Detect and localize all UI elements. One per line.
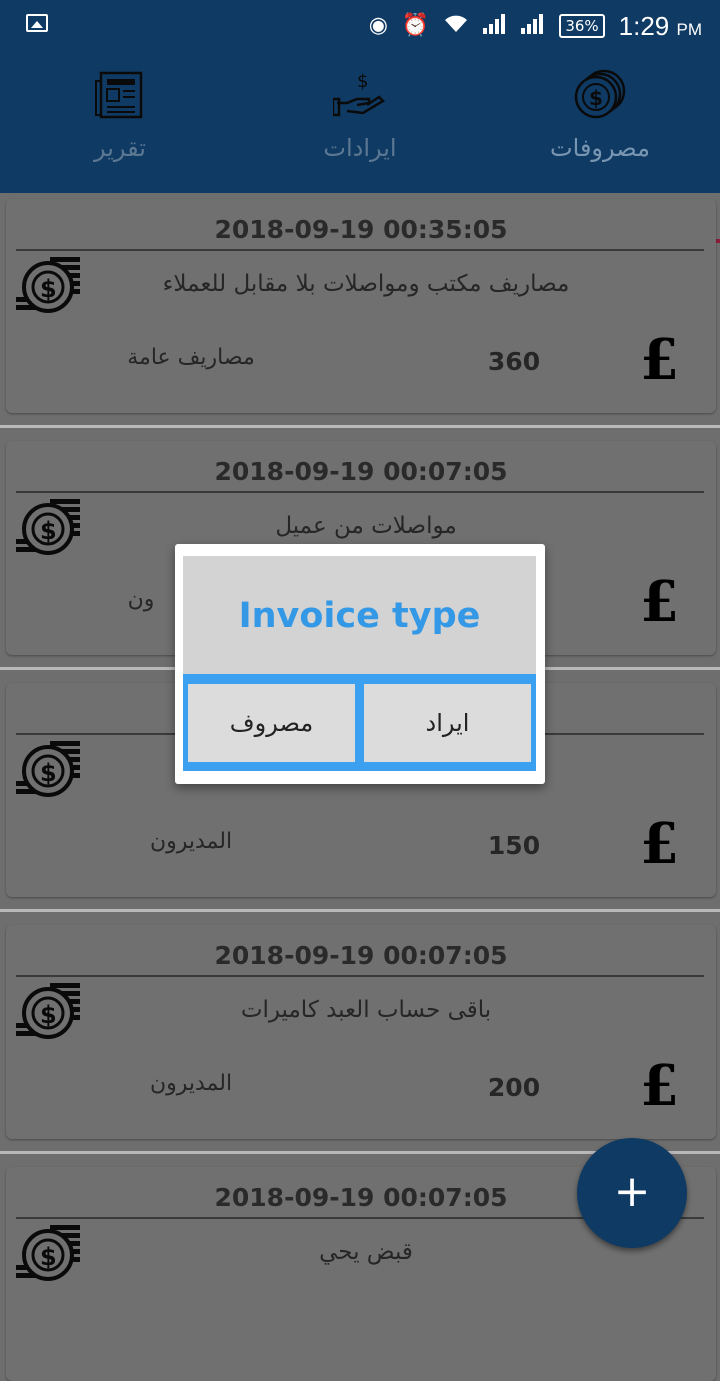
clock-ampm: PM <box>676 19 703 39</box>
tab-income[interactable]: $ ايرادات <box>240 52 480 193</box>
tab-report[interactable]: تقرير <box>0 52 240 193</box>
entry-date: 2018-09-19 00:07:05 <box>214 457 508 486</box>
svg-text:$: $ <box>40 275 57 303</box>
entry-category: المديرون <box>149 1071 233 1096</box>
tab-income-label: ايرادات <box>323 134 397 162</box>
entry-date: 2018-09-19 00:35:05 <box>214 215 508 244</box>
list-separator <box>0 425 720 428</box>
entry-amount: 360 <box>487 347 541 376</box>
signal-icon-1 <box>483 13 507 39</box>
svg-text:$: $ <box>40 759 57 787</box>
entry-description: مواصلات من عميل <box>275 513 457 539</box>
income-type-button[interactable]: ايراد <box>364 684 531 762</box>
entry-description: باقى حساب العبد كاميرات <box>240 997 492 1023</box>
clock-time: 1:29 <box>618 10 670 41</box>
coins-stack-icon: $ <box>16 739 82 801</box>
pound-icon: £ <box>640 569 679 635</box>
entry-amount: 200 <box>487 1073 541 1102</box>
svg-text:$: $ <box>357 71 368 92</box>
coins-stack-icon: $ <box>16 255 82 317</box>
expense-card[interactable]: 2018-09-19 00:35:05 $ مصاريف مكتب ومواصل… <box>6 199 716 413</box>
expense-type-button[interactable]: مصروف <box>188 684 355 762</box>
entry-description: مصاريف مكتب ومواصلات بلا مقابل للعملاء <box>162 271 570 297</box>
location-icon: ◉ <box>368 13 388 38</box>
coins-stack-icon: $ <box>16 981 82 1043</box>
pound-icon: £ <box>640 327 679 393</box>
pound-icon: £ <box>640 811 679 877</box>
report-icon <box>95 68 145 120</box>
pound-icon: £ <box>640 1053 679 1119</box>
entry-amount: 150 <box>487 831 541 860</box>
dialog-button-row: مصروف ايراد <box>183 674 536 771</box>
divider <box>16 249 704 251</box>
svg-text:$: $ <box>40 517 57 545</box>
income-icon: $ <box>333 68 387 120</box>
svg-text:$: $ <box>40 1243 57 1271</box>
clock: 1:29 PM <box>619 11 702 42</box>
coins-stack-icon: $ <box>16 497 82 559</box>
list-separator <box>0 909 720 912</box>
dialog-title: Invoice type <box>238 596 481 636</box>
status-icons: ◉ ⏰ 36% 1:29 PM <box>369 8 720 44</box>
signal-icon-2 <box>521 13 545 39</box>
wifi-icon <box>443 14 469 39</box>
dialog-header: Invoice type <box>183 556 536 674</box>
status-bar: ◉ ⏰ 36% 1:29 PM <box>0 0 720 52</box>
tab-expenses[interactable]: $ مصروفات <box>480 52 720 193</box>
tab-bar: تقرير $ ايرادات $ مصروفات <box>0 52 720 243</box>
coins-icon: $ <box>574 68 626 120</box>
add-entry-button[interactable]: + <box>577 1138 687 1248</box>
coins-stack-icon: $ <box>16 1223 82 1285</box>
tab-expenses-label: مصروفات <box>550 134 650 162</box>
tab-report-label: تقرير <box>94 134 146 162</box>
gallery-notification-icon <box>26 14 48 32</box>
svg-text:$: $ <box>40 1001 57 1029</box>
invoice-type-dialog: Invoice type مصروف ايراد <box>175 544 545 784</box>
expense-card[interactable]: 2018-09-19 00:07:05 $ باقى حساب العبد كا… <box>6 925 716 1139</box>
divider <box>16 975 704 977</box>
alarm-icon: ⏰ <box>401 13 430 38</box>
svg-text:$: $ <box>589 86 603 110</box>
entry-category: المديرون <box>149 829 233 854</box>
battery-indicator: 36% <box>559 14 605 38</box>
entry-category: ون <box>127 587 155 612</box>
entry-description: قبض يحي <box>319 1239 413 1265</box>
divider <box>16 491 704 493</box>
entry-date: 2018-09-19 00:07:05 <box>214 941 508 970</box>
entry-category: مصاريف عامة <box>127 345 255 370</box>
